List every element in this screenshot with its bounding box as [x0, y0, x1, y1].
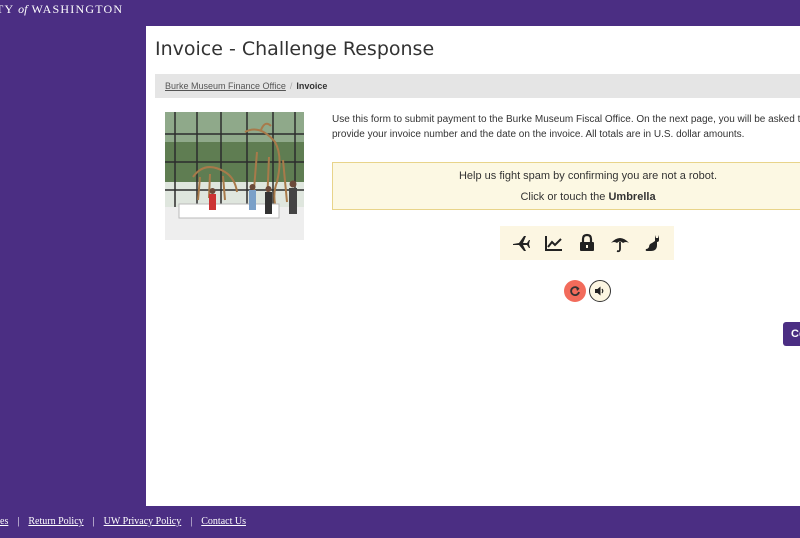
- captcha-icon-row: [500, 226, 674, 260]
- footer-separator: |: [190, 516, 193, 527]
- breadcrumb-link-finance-office[interactable]: Burke Museum Finance Office: [165, 81, 286, 91]
- wordmark-of: of: [18, 2, 28, 16]
- footer-separator: |: [17, 516, 20, 527]
- footer-link-privacy-policy[interactable]: UW Privacy Policy: [104, 516, 182, 527]
- lock-icon[interactable]: [576, 232, 598, 254]
- breadcrumb-current: Invoice: [296, 81, 328, 91]
- chart-icon[interactable]: [543, 232, 565, 254]
- refresh-icon[interactable]: [564, 280, 586, 302]
- museum-photo: [165, 112, 304, 240]
- footer-link-return-policy[interactable]: Return Policy: [28, 516, 83, 527]
- content-panel: Invoice - Challenge Response Burke Museu…: [146, 26, 800, 506]
- footer-link-partial[interactable]: es: [0, 516, 8, 527]
- captcha-alert: Help us fight spam by confirming you are…: [332, 162, 800, 210]
- umbrella-icon[interactable]: [609, 232, 631, 254]
- top-bar: TY of WASHINGTON: [0, 0, 800, 20]
- captcha-target-word: Umbrella: [608, 191, 656, 203]
- cat-icon[interactable]: [642, 232, 664, 254]
- captcha-message: Help us fight spam by confirming you are…: [458, 170, 718, 182]
- wordmark-part: TY: [0, 2, 14, 16]
- captcha-instruction-prefix: Click or touch the: [520, 191, 606, 203]
- university-wordmark[interactable]: TY of WASHINGTON: [0, 2, 123, 17]
- continue-button[interactable]: Co: [783, 322, 800, 346]
- wordmark-part: WASHINGTON: [31, 2, 124, 16]
- footer-link-contact-us[interactable]: Contact Us: [201, 516, 246, 527]
- airplane-icon[interactable]: [510, 232, 532, 254]
- speaker-icon[interactable]: [589, 280, 611, 302]
- breadcrumb-separator: /: [289, 81, 293, 91]
- footer-separator: |: [92, 516, 95, 527]
- captcha-instruction: Click or touch the Umbrella: [333, 191, 800, 203]
- intro-text: Use this form to submit payment to the B…: [332, 114, 800, 140]
- breadcrumb: Burke Museum Finance Office / Invoice: [155, 74, 800, 98]
- footer: es | Return Policy | UW Privacy Policy | Conta…: [0, 506, 800, 534]
- page-title: Invoice - Challenge Response: [155, 38, 435, 60]
